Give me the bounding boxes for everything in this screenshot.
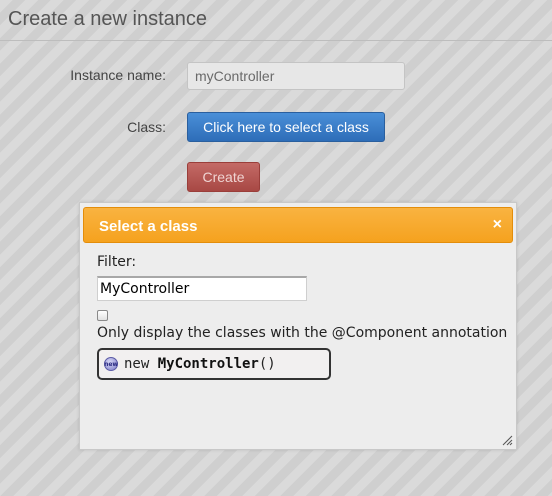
close-icon[interactable]: × <box>493 216 502 234</box>
select-class-dialog: Select a class × Filter: Only display th… <box>79 202 517 450</box>
result-class-name: MyController <box>157 356 259 372</box>
result-item[interactable]: new new MyController() <box>97 348 331 380</box>
dialog-title: Select a class <box>99 218 198 235</box>
page-title: Create a new instance <box>8 8 208 30</box>
filter-label: Filter: <box>97 254 137 270</box>
class-label: Class: <box>127 119 166 135</box>
filter-input[interactable] <box>97 276 307 301</box>
instance-name-input[interactable] <box>187 62 405 90</box>
title-divider <box>0 40 552 41</box>
create-button[interactable]: Create <box>187 162 260 192</box>
select-class-button[interactable]: Click here to select a class <box>187 112 385 142</box>
instance-name-label: Instance name: <box>70 67 166 83</box>
dialog-header: Select a class × <box>83 207 513 243</box>
result-prefix: new <box>124 356 158 372</box>
result-suffix: () <box>258 356 276 372</box>
resize-handle-icon[interactable] <box>502 435 513 446</box>
component-only-label: Only display the classes with the @Compo… <box>97 325 508 341</box>
class-icon: new <box>104 357 118 371</box>
result-text: new MyController() <box>124 356 276 372</box>
component-only-checkbox[interactable] <box>97 310 108 321</box>
